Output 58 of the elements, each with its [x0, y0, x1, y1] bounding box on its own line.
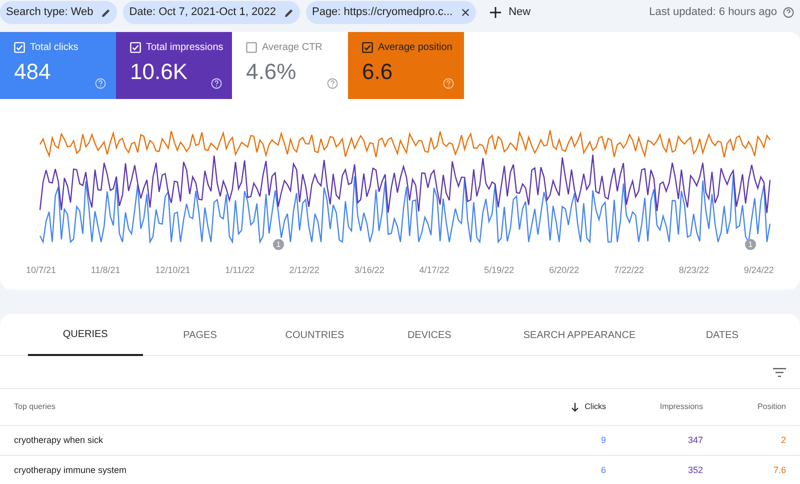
help-icon[interactable] [783, 7, 794, 18]
filter-chip[interactable]: Date: Oct 7, 2021-Oct 1, 2022 [123, 1, 300, 24]
last-updated-text: Last updated: 6 hours ago [649, 5, 777, 20]
help-icon[interactable] [327, 78, 338, 89]
x-axis-label: 8/23/22 [678, 264, 709, 277]
tab[interactable]: PAGES [142, 314, 258, 356]
metric-value: 484 [14, 59, 52, 85]
x-axis-label: 2/12/22 [289, 264, 320, 277]
filter-label: Search type: Web [6, 5, 94, 20]
column-header[interactable]: Position [703, 401, 786, 413]
metric-label: Average position [378, 41, 452, 55]
x-axis-label: 7/22/22 [614, 264, 644, 277]
table-cell-text: 9 [600, 434, 606, 447]
metric-value: 6.6 [362, 59, 394, 85]
metric-value: 4.6% [246, 59, 298, 85]
filter-icon[interactable] [773, 368, 786, 376]
tab[interactable]: DEVICES [372, 314, 487, 356]
filter-label: Date: Oct 7, 2021-Oct 1, 2022 [129, 5, 276, 20]
x-axis-label: 4/17/22 [419, 264, 450, 277]
filter-label: Page: https://cryomedpro.c... [312, 5, 453, 20]
tab[interactable]: COUNTRIES [257, 314, 372, 356]
x-axis-label: 3/16/22 [354, 264, 384, 277]
table-cell-text: 347 [686, 434, 703, 447]
table-cell-text: 6 [600, 464, 606, 477]
table-cell-text: 2 [780, 434, 786, 447]
column-header-label: Clicks [584, 401, 606, 413]
x-axis-label: 11/8/21 [90, 264, 120, 277]
filter-chip[interactable]: Search type: Web [0, 1, 118, 24]
metric-value: 10.6K [130, 59, 188, 85]
column-header: Top queries [14, 401, 56, 413]
close-icon[interactable] [460, 8, 470, 17]
metric-card[interactable]: Average position 6.6 [348, 32, 464, 99]
x-axis-label: 12/10/21 [155, 264, 190, 277]
table-cell-text: 7.6 [772, 464, 786, 477]
x-axis-label: 6/20/22 [549, 264, 580, 277]
table-cell-text: 352 [686, 464, 703, 477]
x-axis-label: 9/24/22 [744, 264, 774, 277]
tab[interactable]: SEARCH APPEARANCE [486, 314, 672, 356]
down-arrow-icon [570, 402, 579, 412]
checkbox-icon[interactable] [246, 42, 257, 53]
table-cell-text: cryotherapy when sick [14, 434, 104, 447]
tab[interactable]: QUERIES [28, 314, 143, 356]
pencil-icon[interactable] [284, 8, 294, 18]
filter-chip[interactable]: Page: https://cryomedpro.c... [306, 1, 476, 24]
column-header[interactable]: Impressions [606, 401, 703, 413]
metric-label: Total clicks [30, 41, 78, 55]
plus-icon [490, 7, 501, 18]
x-axis-label: 10/7/21 [26, 264, 56, 277]
metric-label: Total impressions [146, 41, 224, 55]
pencil-icon[interactable] [101, 8, 112, 18]
checked-checkbox-icon[interactable] [362, 42, 373, 53]
table-cell-text: cryotherapy immune system [14, 464, 128, 477]
tab[interactable]: DATES [672, 314, 772, 356]
x-axis-label: 1/11/22 [225, 264, 254, 277]
new-button[interactable]: New [482, 1, 539, 24]
metric-label: Average CTR [262, 41, 322, 55]
x-axis-label: 5/19/22 [484, 264, 514, 277]
column-header[interactable]: Clicks [516, 401, 606, 413]
